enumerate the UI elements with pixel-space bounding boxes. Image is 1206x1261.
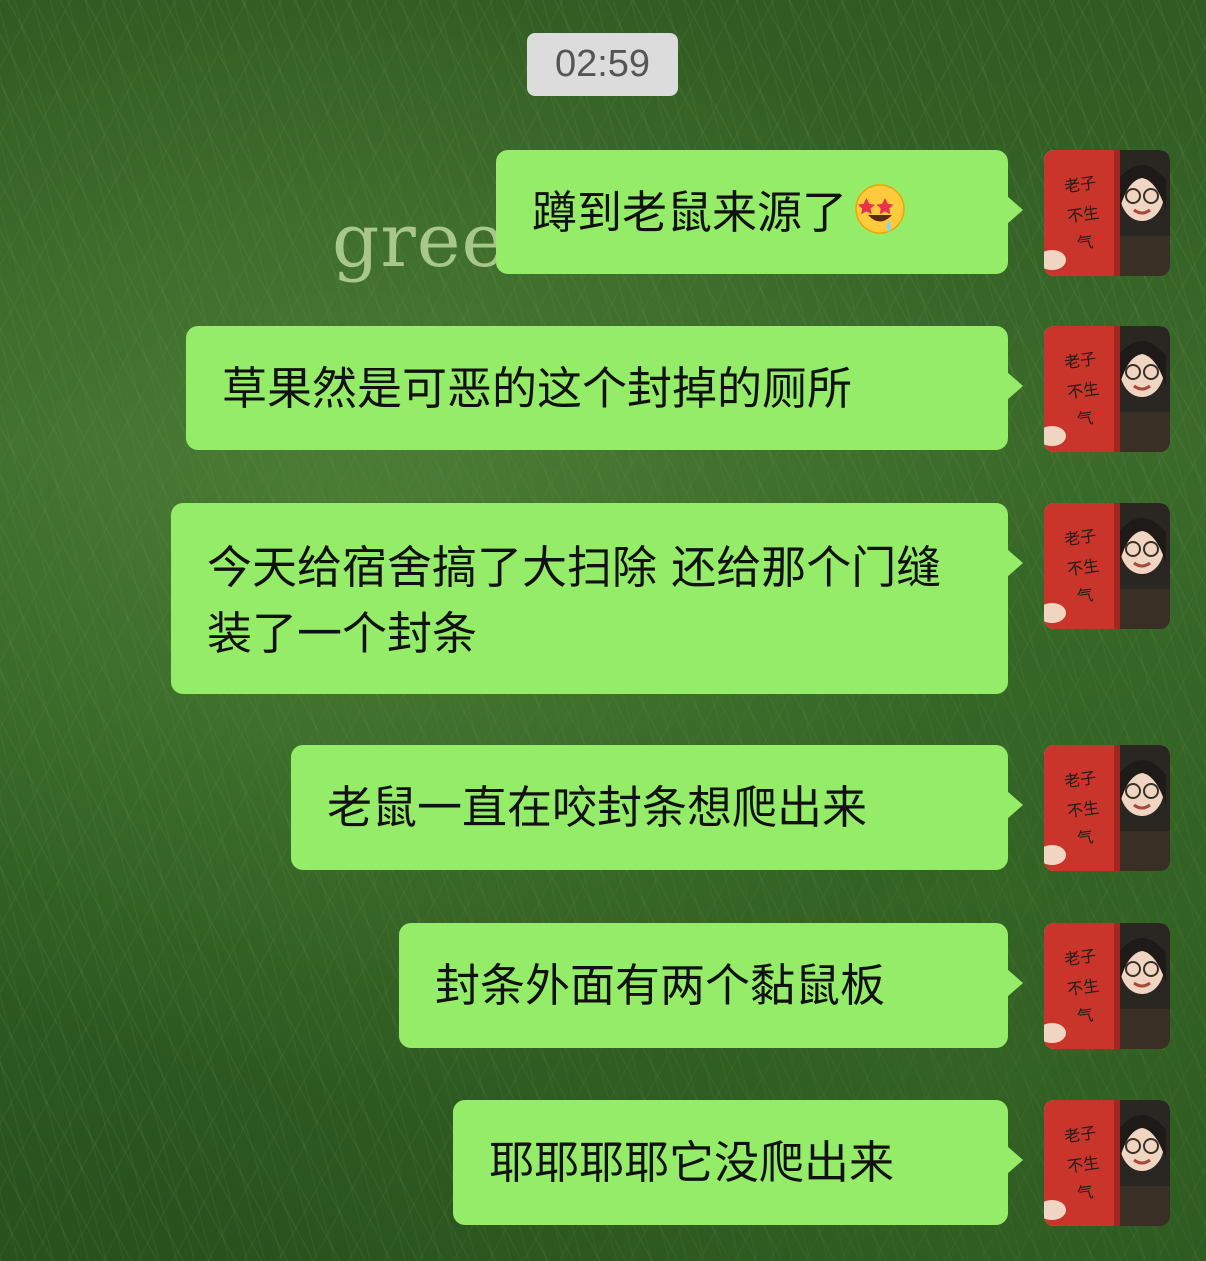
svg-text:气: 气 [1076,1005,1095,1026]
chat-message-row: 蹲到老鼠来源了 老子 不生 气 [496,150,1170,276]
chat-message-row: 封条外面有两个黏鼠板 老子 不生 气 [399,923,1170,1049]
user-avatar[interactable]: 老子 不生 气 [1044,745,1170,871]
chat-bubble[interactable]: 蹲到老鼠来源了 [496,150,1023,274]
chat-bubble[interactable]: 耶耶耶耶它没爬出来 [453,1100,1023,1225]
svg-text:气: 气 [1076,827,1095,848]
svg-text:气: 气 [1076,585,1095,606]
user-avatar-icon: 老子 不生 气 [1044,326,1170,452]
user-avatar-icon: 老子 不生 气 [1044,1100,1170,1226]
wallpaper-watermark-text: gree [332,198,507,284]
svg-text:气: 气 [1076,1182,1095,1203]
user-avatar-icon: 老子 不生 气 [1044,503,1170,629]
chat-bubble[interactable]: 今天给宿舍搞了大扫除 还给那个门缝装了一个封条 [171,503,1023,694]
chat-bubble-text: 老鼠一直在咬封条想爬出来 [327,781,868,834]
chat-message-row: 老鼠一直在咬封条想爬出来 老子 不生 气 [291,745,1170,871]
svg-text:气: 气 [1076,408,1095,429]
user-avatar[interactable]: 老子 不生 气 [1044,503,1170,629]
user-avatar[interactable]: 老子 不生 气 [1044,326,1170,452]
user-avatar[interactable]: 老子 不生 气 [1044,1100,1170,1226]
chat-bubble[interactable]: 草果然是可恶的这个封掉的厕所 [186,326,1023,450]
chat-bubble-text: 今天给宿舍搞了大扫除 还给那个门缝装了一个封条 [207,541,942,660]
user-avatar-icon: 老子 不生 气 [1044,923,1170,1049]
user-avatar-icon: 老子 不生 气 [1044,745,1170,871]
user-avatar[interactable]: 老子 不生 气 [1044,150,1170,276]
message-timestamp: 02:59 [527,33,678,96]
chat-bubble[interactable]: 封条外面有两个黏鼠板 [399,923,1023,1048]
star-struck-emoji-icon [853,182,907,254]
user-avatar[interactable]: 老子 不生 气 [1044,923,1170,1049]
chat-message-row: 今天给宿舍搞了大扫除 还给那个门缝装了一个封条 老子 不生 气 [171,503,1170,694]
chat-bubble-text: 草果然是可恶的这个封掉的厕所 [222,362,853,415]
chat-bubble-text: 封条外面有两个黏鼠板 [435,959,886,1012]
chat-message-row: 耶耶耶耶它没爬出来 老子 不生 气 [453,1100,1170,1226]
chat-bubble-text: 蹲到老鼠来源了 [532,186,848,239]
svg-text:气: 气 [1076,232,1095,253]
chat-bubble-text: 耶耶耶耶它没爬出来 [489,1136,895,1189]
chat-bubble[interactable]: 老鼠一直在咬封条想爬出来 [291,745,1023,870]
chat-message-row: 草果然是可恶的这个封掉的厕所 老子 不生 气 [186,326,1170,452]
user-avatar-icon: 老子 不生 气 [1044,150,1170,276]
